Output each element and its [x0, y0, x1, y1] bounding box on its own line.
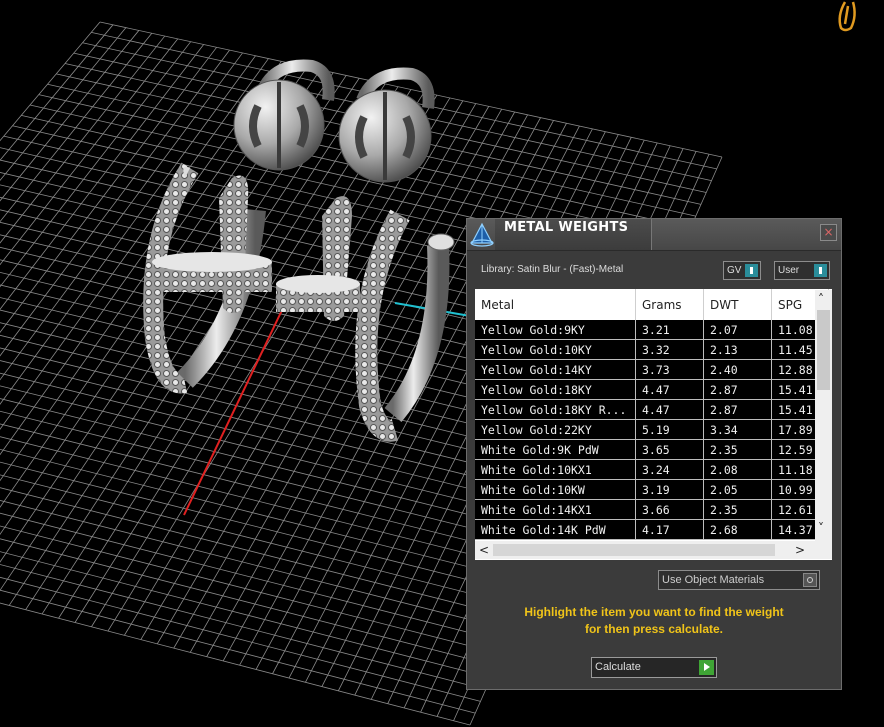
- dwt-cell: 2.07: [703, 320, 772, 340]
- metal-cell: White Gold:14K PdW: [475, 519, 636, 540]
- table-row[interactable]: Yellow Gold:9KY 3.21 2.07 11.08: [475, 320, 829, 340]
- use-object-materials-label: Use Object Materials: [662, 574, 765, 586]
- dwt-cell: 2.40: [703, 359, 772, 380]
- dwt-cell: 2.68: [703, 519, 772, 540]
- metal-cell: Yellow Gold:14KY: [475, 359, 636, 380]
- grams-cell: 3.66: [635, 499, 704, 520]
- user-toggle-label: User: [778, 265, 800, 276]
- pyramid-app-icon: [470, 222, 494, 247]
- corner-logo-icon: [838, 1, 856, 32]
- metal-cell: Yellow Gold:10KY: [475, 339, 636, 360]
- grams-cell: 3.21: [635, 320, 704, 340]
- grams-cell: 3.24: [635, 459, 704, 480]
- metal-cell: Yellow Gold:22KY: [475, 419, 636, 440]
- column-header-grams[interactable]: Grams: [635, 289, 704, 320]
- table-row[interactable]: White Gold:10KX1 3.24 2.08 11.18: [475, 459, 829, 480]
- toggle-switch-icon: [814, 264, 827, 277]
- instructions-text: Highlight the item you want to find the …: [481, 604, 827, 638]
- gv-toggle[interactable]: GV: [723, 261, 761, 280]
- metal-weights-panel: METAL WEIGHTS × Library: Satin Blur - (F…: [466, 218, 842, 690]
- calculate-button[interactable]: Calculate: [591, 657, 717, 678]
- scroll-left-icon[interactable]: <: [479, 544, 489, 556]
- instructions-line-2: for then press calculate.: [584, 622, 724, 636]
- grams-cell: 4.47: [635, 399, 704, 420]
- metal-cell: White Gold:14KX1: [475, 499, 636, 520]
- metal-cell: Yellow Gold:18KY R...: [475, 399, 636, 420]
- grams-cell: 3.32: [635, 339, 704, 360]
- table-row[interactable]: Yellow Gold:18KY 4.47 2.87 15.41: [475, 379, 829, 400]
- dwt-cell: 3.34: [703, 419, 772, 440]
- metal-cell: Yellow Gold:9KY: [475, 320, 636, 340]
- dwt-cell: 2.35: [703, 499, 772, 520]
- dwt-cell: 2.13: [703, 339, 772, 360]
- panel-titlebar[interactable]: METAL WEIGHTS ×: [467, 219, 841, 251]
- user-toggle[interactable]: User: [774, 261, 830, 280]
- dwt-cell: 2.08: [703, 459, 772, 480]
- table-row[interactable]: White Gold:14K PdW 4.17 2.68 14.37: [475, 519, 829, 540]
- grams-cell: 3.19: [635, 479, 704, 500]
- grams-cell: 4.47: [635, 379, 704, 400]
- close-button[interactable]: ×: [820, 224, 837, 241]
- table-row[interactable]: White Gold:10KW 3.19 2.05 10.99: [475, 479, 829, 500]
- grams-cell: 4.17: [635, 519, 704, 540]
- toggle-switch-icon: [745, 264, 758, 277]
- horizontal-scroll-thumb[interactable]: [493, 544, 775, 556]
- play-arrow-icon: [699, 660, 714, 675]
- calculate-label: Calculate: [595, 661, 641, 673]
- column-header-dwt[interactable]: DWT: [703, 289, 772, 320]
- panel-title: METAL WEIGHTS: [504, 220, 629, 235]
- gv-toggle-label: GV: [727, 265, 742, 276]
- table-row[interactable]: Yellow Gold:14KY 3.73 2.40 12.88: [475, 359, 829, 380]
- grams-cell: 3.65: [635, 439, 704, 460]
- dwt-cell: 2.87: [703, 379, 772, 400]
- grams-cell: 3.73: [635, 359, 704, 380]
- table-row[interactable]: White Gold:9K PdW 3.65 2.35 12.59: [475, 439, 829, 460]
- library-label: Library: Satin Blur - (Fast)-Metal: [481, 264, 624, 275]
- scroll-down-icon[interactable]: ˅: [818, 522, 824, 534]
- radio-icon[interactable]: [803, 573, 817, 587]
- table-row[interactable]: White Gold:14KX1 3.66 2.35 12.61: [475, 499, 829, 520]
- scroll-up-icon[interactable]: ˄: [818, 293, 824, 305]
- table-row[interactable]: Yellow Gold:10KY 3.32 2.13 11.45: [475, 339, 829, 360]
- instructions-line-1: Highlight the item you want to find the …: [524, 605, 784, 619]
- dwt-cell: 2.35: [703, 439, 772, 460]
- dwt-cell: 2.87: [703, 399, 772, 420]
- table-row[interactable]: Yellow Gold:22KY 5.19 3.34 17.89: [475, 419, 829, 440]
- table-row[interactable]: Yellow Gold:18KY R... 4.47 2.87 15.41: [475, 399, 829, 420]
- metal-weights-table: Metal Grams DWT SPG Yellow Gold:9KY 3.21 2…: [475, 289, 832, 560]
- grams-cell: 5.19: [635, 419, 704, 440]
- column-header-metal[interactable]: Metal: [475, 289, 636, 320]
- vertical-scroll-thumb[interactable]: [817, 310, 830, 390]
- close-icon: ×: [823, 225, 834, 239]
- horizontal-scrollbar[interactable]: < >: [475, 541, 832, 559]
- metal-cell: Yellow Gold:18KY: [475, 379, 636, 400]
- vertical-scrollbar[interactable]: ˄ ˅: [815, 290, 832, 558]
- dwt-cell: 2.05: [703, 479, 772, 500]
- metal-cell: White Gold:10KW: [475, 479, 636, 500]
- use-object-materials-option[interactable]: Use Object Materials: [658, 570, 820, 590]
- metal-cell: White Gold:9K PdW: [475, 439, 636, 460]
- metal-cell: White Gold:10KX1: [475, 459, 636, 480]
- scroll-right-icon[interactable]: >: [795, 544, 805, 556]
